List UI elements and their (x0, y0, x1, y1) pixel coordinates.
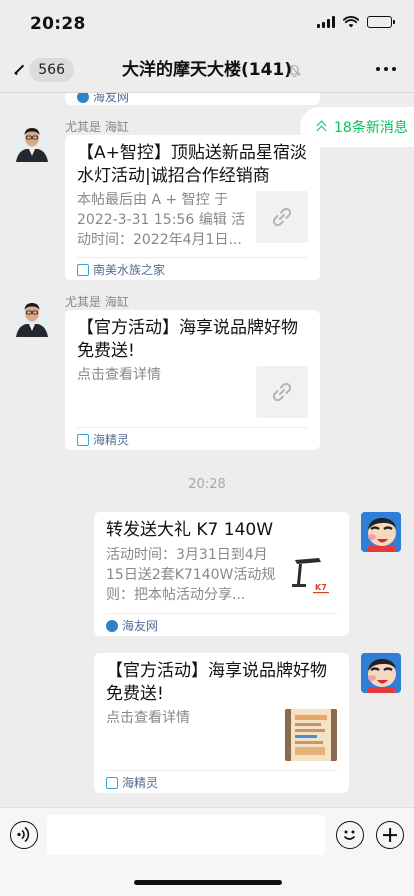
card-title: 【官方活动】海享说品牌好物免费送! (106, 661, 327, 704)
card-description: 活动时间：3月31日到4月15日送2套K7140W活动规则：把本帖活动分享... (106, 547, 276, 603)
card-title: 转发送大礼 K7 140W (106, 520, 274, 540)
card-source: 海友网 (77, 93, 129, 105)
promo-image (285, 709, 337, 761)
link-card[interactable]: 转发送大礼 K7 140W 活动时间：3月31日到4月15日送2套K7140W活… (94, 512, 349, 636)
back-chevron-icon (14, 64, 26, 76)
status-time: 20:28 (30, 14, 86, 34)
new-messages-label: 18条新消息 (334, 120, 408, 136)
svg-text:K7: K7 (315, 583, 327, 592)
card-divider (77, 257, 308, 258)
status-bar: 20:28 (0, 0, 414, 48)
nav-bar: 566 大洋的摩天大楼(141) (0, 48, 414, 92)
link-icon (272, 207, 292, 227)
sender-name: 尤其是 海缸 (65, 295, 129, 309)
voice-button[interactable] (10, 821, 38, 849)
card-divider (77, 427, 308, 428)
source-icon (106, 776, 118, 789)
double-chevron-up-icon (316, 120, 328, 136)
emoji-icon (343, 830, 356, 840)
cartoon-avatar-icon (361, 653, 401, 693)
card-source: 海精灵 (106, 774, 158, 791)
link-card[interactable]: 【官方活动】海享说品牌好物免费送! 点击查看详情 海精灵 (94, 653, 349, 793)
source-icon (77, 93, 89, 103)
more-button[interactable] (376, 67, 396, 71)
source-label: 海友网 (93, 93, 130, 104)
card-source: 南美水族之家 (77, 261, 165, 278)
chat-area[interactable]: 海友网 18条新消息 尤其是 海缸 【A+智控】顶贴送新品星宿淡水灯活动|诚招合… (0, 93, 414, 807)
cellular-signal-icon (317, 16, 335, 28)
card-source: 海友网 (106, 617, 158, 634)
back-button[interactable]: 566 (12, 57, 74, 83)
card-thumbnail (256, 191, 308, 243)
source-icon (77, 263, 89, 276)
card-description: 点击查看详情 (106, 710, 190, 726)
lamp-product-image: K7 (285, 548, 337, 600)
avatar-portrait-icon (12, 297, 52, 337)
my-avatar[interactable] (361, 512, 401, 552)
home-indicator (134, 880, 282, 885)
card-description: 本帖最后由 A + 智控 于 2022-3-31 15:56 编辑 活动时间：2… (77, 192, 246, 248)
wifi-icon (343, 16, 359, 28)
battery-icon (367, 16, 395, 28)
link-icon (272, 382, 292, 402)
card-thumbnail: K7 (285, 548, 337, 600)
link-card[interactable]: 【A+智控】顶贴送新品星宿淡水灯活动|诚招合作经销商 本帖最后由 A + 智控 … (65, 135, 320, 280)
card-title: 【A+智控】顶贴送新品星宿淡水灯活动|诚招合作经销商 (77, 143, 307, 186)
source-icon (77, 433, 89, 446)
card-description: 点击查看详情 (77, 367, 161, 383)
card-thumbnail (256, 366, 308, 418)
unread-count-badge: 566 (29, 58, 74, 82)
card-title: 【官方活动】海享说品牌好物免费送! (77, 318, 298, 361)
bell-slash-icon (288, 64, 301, 77)
source-label: 海精灵 (93, 433, 130, 447)
sender-avatar[interactable] (12, 297, 52, 337)
sender-name: 尤其是 海缸 (65, 120, 129, 134)
cartoon-avatar-icon (361, 512, 401, 552)
my-avatar[interactable] (361, 653, 401, 693)
emoji-button[interactable] (336, 821, 364, 849)
plus-button[interactable] (376, 821, 404, 849)
card-thumbnail (285, 709, 337, 761)
card-source: 海精灵 (77, 431, 129, 448)
voice-icon (17, 826, 30, 843)
message-timestamp: 20:28 (188, 477, 226, 492)
sender-avatar[interactable] (12, 122, 52, 162)
card-divider (106, 770, 337, 771)
status-icons (317, 16, 395, 28)
source-label: 海友网 (122, 619, 159, 633)
link-card-partial[interactable]: 海友网 (65, 93, 320, 105)
card-divider (106, 613, 337, 614)
source-icon (106, 619, 118, 632)
message-input[interactable] (47, 815, 325, 855)
link-card[interactable]: 【官方活动】海享说品牌好物免费送! 点击查看详情 海精灵 (65, 310, 320, 450)
avatar-portrait-icon (12, 122, 52, 162)
source-label: 南美水族之家 (93, 263, 166, 277)
source-label: 海精灵 (122, 776, 159, 790)
